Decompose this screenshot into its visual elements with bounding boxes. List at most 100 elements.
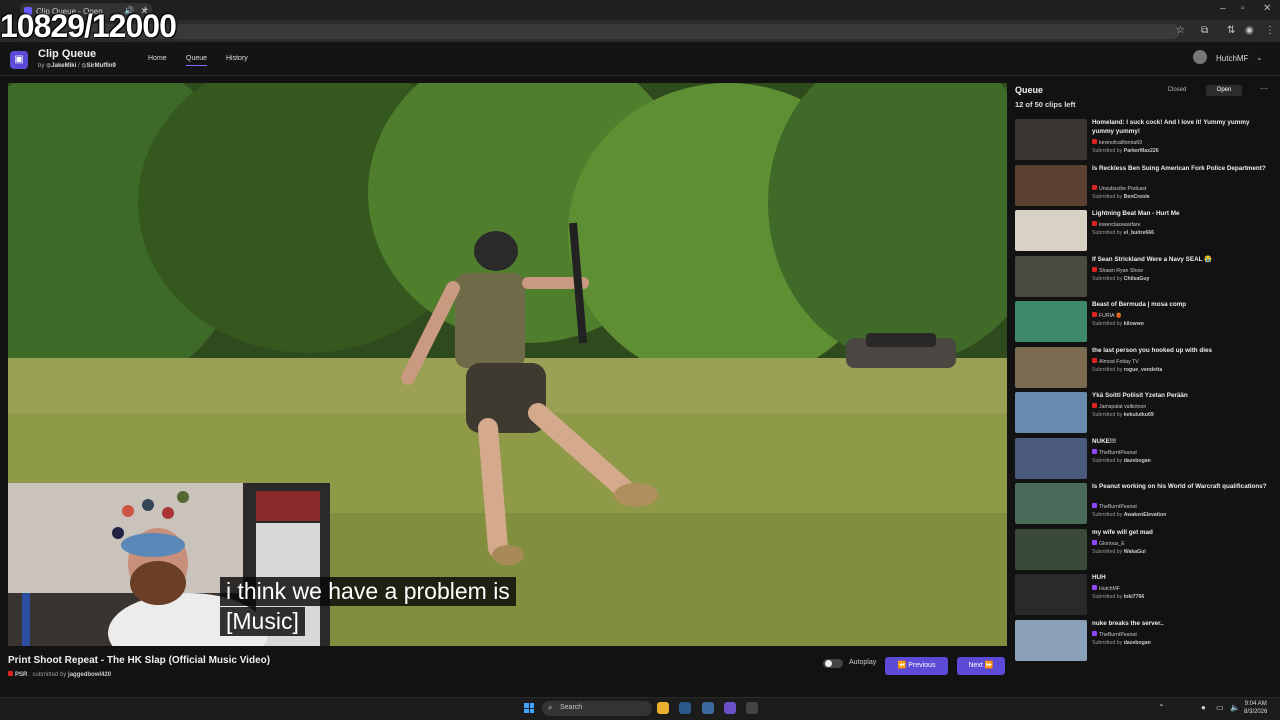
network-icon[interactable]: ▭ [1216, 703, 1224, 712]
app-byline: by ◍JakeMiki / ◍SirMuffin9 [38, 63, 116, 69]
queue-item-title: NUKE!!! [1092, 437, 1117, 445]
queue-item-channel: Glorious_E [1092, 539, 1125, 547]
chevron-up-icon[interactable]: ⌃ [1158, 703, 1165, 712]
obs-icon[interactable] [746, 702, 758, 714]
queue-item-channel: lowerclasswarfare [1092, 221, 1141, 228]
queue-thumbnail [1015, 164, 1087, 206]
bookmark-star-icon[interactable]: ☆ [1176, 25, 1185, 36]
twitch-icon [1092, 630, 1097, 636]
minimize-icon[interactable]: – [1220, 3, 1226, 14]
queue-item[interactable]: HUH HutchMF Submitted by loki7766 [1015, 573, 1275, 619]
queue-open-toggle[interactable]: Open [1206, 85, 1242, 96]
queue-item-channel: Jamspalat valtiotoon [1092, 403, 1146, 410]
queue-list: Homeland: I suck cock! And I love it! Yu… [1015, 118, 1275, 664]
fast-forward-icon: ⏩ [984, 662, 994, 669]
volume-icon[interactable]: 🔈 [1230, 703, 1240, 712]
queue-item-title: Beast of Bermuda | mosa comp [1092, 301, 1187, 308]
taskbar-clock[interactable]: 9:04 AM 8/3/2026 [1244, 700, 1267, 716]
queue-thumbnail [1015, 392, 1087, 433]
twitch-icon [1092, 585, 1097, 590]
chevron-down-icon[interactable]: ⌄ [1256, 53, 1263, 62]
file-icon[interactable] [702, 702, 714, 714]
author-link[interactable]: SirMuffin9 [87, 63, 116, 69]
nav-history[interactable]: History [226, 55, 248, 62]
queue-thumbnail [1015, 437, 1087, 479]
twitch-icon [1092, 503, 1097, 508]
previous-button[interactable]: ⏪ Previous [885, 657, 948, 675]
queue-item-submitter: Submitted by ChilsaGuy [1092, 275, 1150, 282]
tray-app-icon[interactable]: ● [1201, 703, 1206, 712]
twitch-icon [1092, 448, 1097, 454]
queue-item[interactable]: nuke breaks the server.. TheBurntPeanut Su… [1015, 619, 1275, 665]
user-name[interactable]: HutchMF [1216, 54, 1248, 63]
taskbar-search[interactable]: Search [542, 701, 652, 716]
queue-item-title: Homeland: I suck cock! And I love it! Yu… [1092, 119, 1250, 135]
close-window-icon[interactable]: ✕ [1263, 3, 1271, 14]
queue-item-channel: Shawn Ryan Show [1092, 266, 1143, 274]
queue-item-submitter: Submitted by ParkerMax226 [1092, 148, 1159, 154]
queue-item[interactable]: the last person you hooked up with dies A… [1015, 346, 1275, 392]
queue-item-title: the last person you hooked up with dies [1092, 346, 1213, 354]
author-link[interactable]: JakeMiki [51, 63, 76, 69]
chrome-icon[interactable] [657, 702, 669, 714]
queue-item-submitter: Submitted by kekulutku69 [1092, 412, 1154, 418]
queue-item[interactable]: Ykä Soitti Poliisit Yzetan Perään Jamspal… [1015, 391, 1275, 437]
queue-item-title: Is Peanut working on his World of Warcra… [1092, 483, 1267, 490]
browser-menu-icon[interactable]: ⋮ [1265, 25, 1275, 36]
more-options-icon[interactable]: ⋯ [1260, 84, 1268, 93]
steam-icon[interactable] [679, 702, 691, 714]
queue-item-submitter: Submitted by rogue_vendetta [1092, 366, 1163, 373]
queue-item[interactable]: Is Peanut working on his World of Warcra… [1015, 482, 1275, 528]
rewind-icon: ⏪ [897, 662, 907, 669]
discord-icon[interactable] [724, 702, 736, 714]
queue-item-channel: TheBurntPeanut [1092, 448, 1137, 456]
next-button[interactable]: Next ⏩ [957, 657, 1005, 675]
queue-item[interactable]: Homeland: I suck cock! And I love it! Yu… [1015, 118, 1275, 164]
queue-item[interactable]: Beast of Bermuda | mosa comp FURIA ❤️‍🔥 Su… [1015, 300, 1275, 346]
windows-start-icon[interactable] [524, 703, 534, 713]
queue-item[interactable]: If Sean Strickland Were a Navy SEAL 😭 Sha… [1015, 255, 1275, 301]
youtube-icon [1092, 139, 1097, 144]
profile-icon[interactable]: ◉ [1245, 25, 1254, 36]
queue-count: 12 of 50 clips left [1015, 100, 1076, 109]
clip-meta: PSR . submitted by jaggedbowl420 [8, 671, 111, 678]
search-icon: ⌕ [548, 703, 553, 712]
nav-home[interactable]: Home [148, 55, 167, 62]
overlay-counter: 10829/12000 [0, 8, 177, 44]
app-logo-icon[interactable]: ▣ [10, 51, 28, 69]
browser-tab-bar [0, 0, 1280, 20]
maximize-icon[interactable]: ▫ [1241, 3, 1245, 14]
youtube-icon [1092, 403, 1097, 408]
clip-title: Print Shoot Repeat - The HK Slap (Offici… [8, 655, 271, 666]
address-bar[interactable] [60, 24, 1180, 39]
queue-item-channel: FURIA ❤️‍🔥 [1092, 312, 1122, 319]
queue-item[interactable]: my wife will get mad Glorious_E Submitted … [1015, 528, 1275, 574]
queue-thumbnail [1015, 528, 1087, 570]
queue-item-title: Lightning Beat Man - Hurt Me [1092, 210, 1180, 217]
queue-item-submitter: Submitted by kilowwo [1092, 321, 1144, 327]
queue-item-title: nuke breaks the server.. [1092, 619, 1164, 627]
nav-queue[interactable]: Queue [186, 55, 208, 66]
extension-icon[interactable]: ⇅ [1227, 25, 1235, 36]
video-player[interactable] [8, 83, 1007, 646]
queue-thumbnail [1015, 210, 1087, 251]
queue-title: Queue [1015, 85, 1044, 95]
burned-car [846, 333, 956, 368]
queue-thumbnail [1015, 346, 1087, 388]
app-title: Clip Queue [38, 48, 97, 60]
queue-item[interactable]: Lightning Beat Man - Hurt Me lowerclasswa… [1015, 209, 1275, 255]
user-avatar[interactable] [1193, 50, 1207, 64]
queue-item-submitter: Submitted by BenCreole [1092, 193, 1150, 200]
queue-item-channel: TheBurntPeanut [1092, 630, 1137, 638]
queue-item[interactable]: NUKE!!! TheBurntPeanut Submitted by dazebo… [1015, 437, 1275, 483]
extensions-icon[interactable]: ⧉ [1201, 25, 1208, 36]
clock-time: 9:04 AM [1244, 701, 1267, 707]
video-subtitles: i think we have a problem is [Music] [220, 577, 516, 637]
autoplay-toggle[interactable] [823, 659, 843, 668]
queue-item-channel: kevinofcalifornia69 [1092, 139, 1142, 146]
clip-channel[interactable]: PSR [15, 672, 27, 678]
queue-closed-toggle[interactable]: Closed [1160, 85, 1194, 96]
queue-item-channel: TheBurntPeanut [1092, 503, 1137, 510]
queue-thumbnail [1015, 119, 1087, 160]
queue-item[interactable]: Is Reckless Ben Suing American Fork Poli… [1015, 164, 1275, 210]
